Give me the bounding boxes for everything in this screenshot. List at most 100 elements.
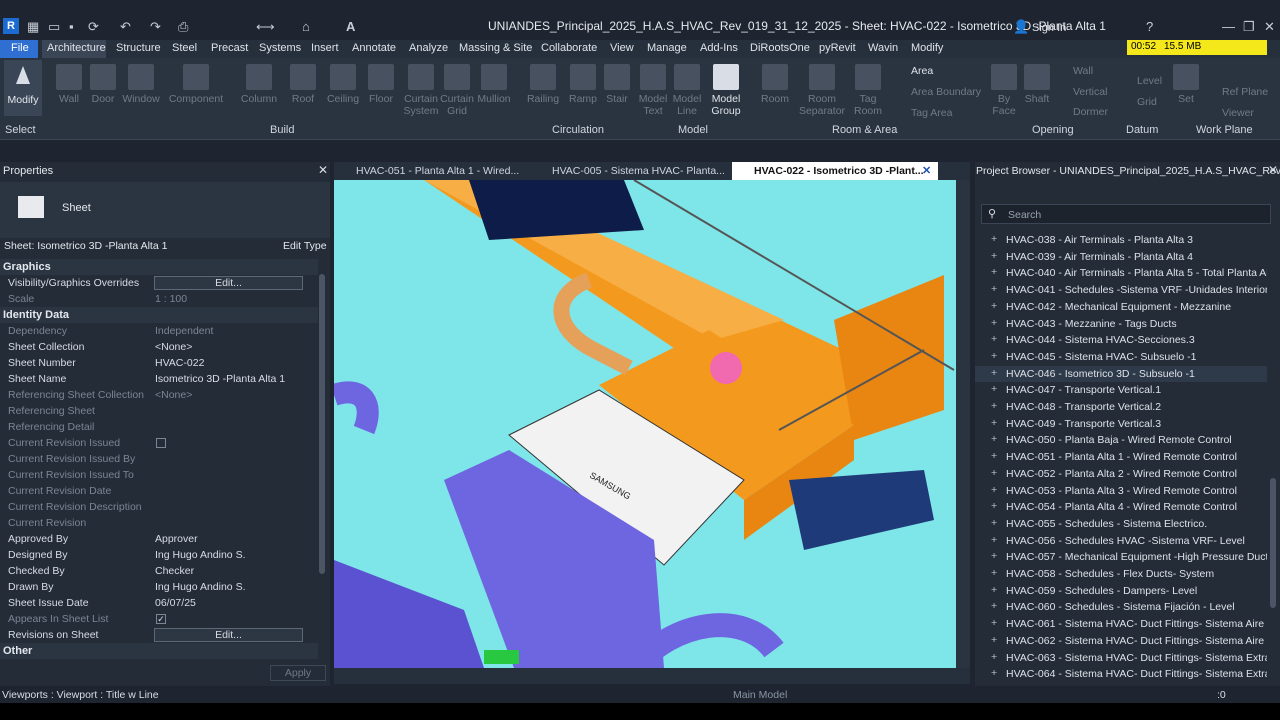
tab-systems[interactable]: Systems	[259, 42, 301, 54]
expand-icon[interactable]: +	[991, 517, 997, 529]
minimize-icon[interactable]: —	[1222, 19, 1235, 34]
checkbox[interactable]	[156, 438, 166, 448]
tab-manage[interactable]: Manage	[647, 42, 687, 54]
browser-item[interactable]: + HVAC-062 - Sistema HVAC- Duct Fittings-…	[975, 633, 1267, 649]
expand-icon[interactable]: +	[991, 584, 997, 596]
browser-item[interactable]: + HVAC-046 - Isometrico 3D - Subsuelo -1	[975, 365, 1267, 382]
instance-selector[interactable]: Sheet: Isometrico 3D -Planta Alta 1	[4, 240, 167, 252]
window-button[interactable]: Window	[122, 60, 160, 105]
scrollbar[interactable]	[319, 274, 325, 574]
room-separator-button[interactable]: Room Separator	[798, 60, 846, 117]
property-value[interactable]: 1 : 100	[155, 293, 187, 305]
browser-item[interactable]: + HVAC-053 - Planta Alta 3 - Wired Remote…	[975, 483, 1267, 499]
tab-view[interactable]: View	[610, 42, 634, 54]
wall-opening-button[interactable]: Wall	[1073, 65, 1093, 77]
tag-area-button[interactable]: Tag Area	[911, 107, 952, 119]
model-text-button[interactable]: Model Text	[637, 60, 669, 117]
expand-icon[interactable]: +	[991, 367, 997, 379]
expand-icon[interactable]: +	[991, 467, 997, 479]
property-value[interactable]: Ing Hugo Andino S.	[155, 581, 246, 593]
area-button[interactable]: Area	[911, 65, 933, 77]
expand-icon[interactable]: +	[991, 317, 997, 329]
modify-button[interactable]: Modify	[4, 60, 42, 116]
tab-annotate[interactable]: Annotate	[352, 42, 396, 54]
browser-item[interactable]: + HVAC-058 - Schedules - Flex Ducts- Syst…	[975, 566, 1267, 582]
browser-item[interactable]: + HVAC-041 - Schedules -Sistema VRF -Unid…	[975, 282, 1267, 298]
property-value[interactable]: 06/07/25	[155, 597, 196, 609]
section-other[interactable]: Other	[0, 643, 318, 659]
expand-icon[interactable]: +	[991, 651, 997, 663]
property-value[interactable]: <None>	[155, 389, 192, 401]
browser-item[interactable]: + HVAC-040 - Air Terminals - Planta Alta …	[975, 265, 1267, 281]
home-icon[interactable]: ⌂	[302, 19, 310, 34]
expand-icon[interactable]: +	[991, 600, 997, 612]
browser-item[interactable]: + HVAC-052 - Planta Alta 2 - Wired Remote…	[975, 466, 1267, 482]
vertical-opening-button[interactable]: Vertical	[1073, 86, 1107, 98]
apply-button[interactable]: Apply	[270, 665, 326, 681]
expand-icon[interactable]: +	[991, 433, 997, 445]
expand-icon[interactable]: +	[991, 667, 997, 679]
tab-steel[interactable]: Steel	[172, 42, 197, 54]
browser-item[interactable]: + HVAC-043 - Mezzanine - Tags Ducts	[975, 316, 1267, 332]
expand-icon[interactable]: +	[991, 634, 997, 646]
sync-icon[interactable]: ⟳	[88, 19, 99, 35]
browser-scrollbar[interactable]	[1270, 478, 1276, 608]
expand-icon[interactable]: +	[991, 567, 997, 579]
sign-in-link[interactable]: Sign In	[1032, 22, 1066, 34]
browser-item[interactable]: + HVAC-056 - Schedules HVAC -Sistema VRF-…	[975, 533, 1267, 549]
edit-type-button[interactable]: Edit Type	[283, 240, 327, 252]
browser-item[interactable]: + HVAC-064 - Sistema HVAC- Duct Fittings-…	[975, 666, 1267, 682]
tab-insert[interactable]: Insert	[311, 42, 339, 54]
expand-icon[interactable]: +	[991, 484, 997, 496]
tab-collaborate[interactable]: Collaborate	[541, 42, 597, 54]
redo-icon[interactable]: ↷	[150, 19, 161, 35]
set-button[interactable]: Set	[1172, 60, 1200, 105]
expand-icon[interactable]: +	[991, 617, 997, 629]
tab-structure[interactable]: Structure	[116, 42, 161, 54]
browser-item[interactable]: + HVAC-044 - Sistema HVAC-Secciones.3	[975, 332, 1267, 348]
browser-item[interactable]: + HVAC-038 - Air Terminals - Planta Alta …	[975, 232, 1267, 248]
viewer-button[interactable]: Viewer	[1222, 107, 1254, 119]
model-viewport[interactable]: SAMSUNG	[334, 180, 956, 668]
property-value[interactable]: Isometrico 3D -Planta Alta 1	[155, 373, 285, 385]
text-icon[interactable]: A	[346, 19, 355, 34]
shaft-button[interactable]: Shaft	[1022, 60, 1052, 105]
browser-item[interactable]: + HVAC-055 - Schedules - Sistema Electric…	[975, 516, 1267, 532]
edit-button[interactable]: Edit...	[154, 276, 303, 290]
expand-icon[interactable]: +	[991, 300, 997, 312]
room-button[interactable]: Room	[758, 60, 792, 105]
tag-room-button[interactable]: Tag Room	[851, 60, 885, 117]
browser-item[interactable]: + HVAC-057 - Mechanical Equipment -High P…	[975, 549, 1267, 565]
browser-item[interactable]: + HVAC-048 - Transporte Vertical.2	[975, 399, 1267, 415]
model-line-button[interactable]: Model Line	[671, 60, 703, 117]
close-tab-icon[interactable]: ✕	[922, 164, 931, 177]
type-selector[interactable]: Sheet	[0, 182, 330, 238]
property-value[interactable]: <None>	[155, 341, 192, 353]
browser-item[interactable]: + HVAC-050 - Planta Baja - Wired Remote C…	[975, 432, 1267, 448]
browser-item[interactable]: + HVAC-047 - Transporte Vertical.1	[975, 382, 1267, 398]
tab-addins[interactable]: Add-Ins	[700, 42, 738, 54]
grid-button[interactable]: Grid	[1137, 96, 1157, 108]
expand-icon[interactable]: +	[991, 450, 997, 462]
browser-item[interactable]: + HVAC-059 - Schedules - Dampers- Level	[975, 583, 1267, 599]
browser-item[interactable]: + HVAC-054 - Planta Alta 4 - Wired Remote…	[975, 499, 1267, 515]
model-selector[interactable]: Main Model	[733, 689, 787, 701]
tab-analyze[interactable]: Analyze	[409, 42, 448, 54]
tab-dirootsone[interactable]: DiRootsOne	[750, 42, 810, 54]
expand-icon[interactable]: +	[991, 534, 997, 546]
expand-icon[interactable]: +	[991, 283, 997, 295]
section-graphics[interactable]: Graphics	[0, 259, 318, 275]
property-value[interactable]: Checker	[155, 565, 194, 577]
search-box[interactable]: ⚲ Search	[981, 204, 1271, 224]
ref-plane-button[interactable]: Ref Plane	[1222, 86, 1268, 98]
door-button[interactable]: Door	[88, 60, 118, 105]
expand-icon[interactable]: +	[991, 400, 997, 412]
restore-icon[interactable]: ❐	[1243, 19, 1255, 35]
expand-icon[interactable]: +	[991, 233, 997, 245]
open-icon[interactable]: ▭	[48, 19, 60, 35]
tab-pyrevit[interactable]: pyRevit	[819, 42, 856, 54]
browser-item[interactable]: + HVAC-063 - Sistema HVAC- Duct Fittings-…	[975, 650, 1267, 666]
roof-button[interactable]: Roof	[288, 60, 318, 105]
view-scrollbar-v[interactable]	[956, 180, 970, 668]
tab-architecture[interactable]: Architecture	[47, 42, 106, 54]
